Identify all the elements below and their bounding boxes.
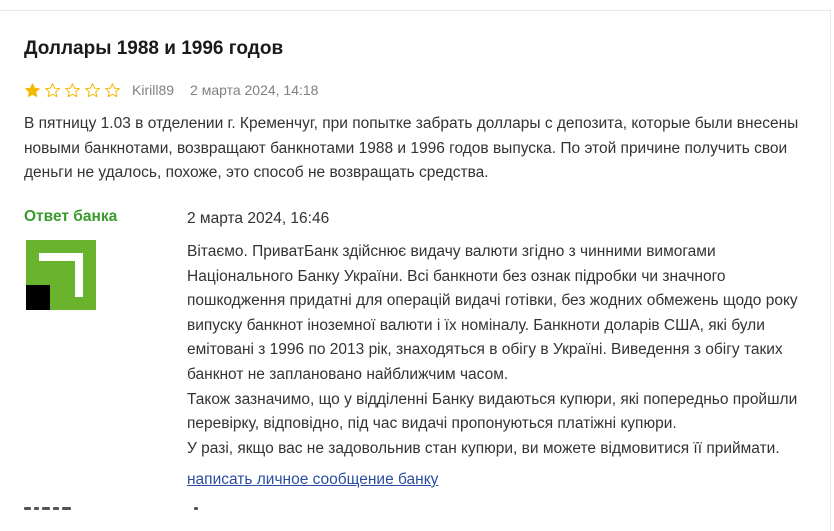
answer-paragraph: Також зазначимо, що у відділенні Банку в… bbox=[187, 390, 798, 433]
review-text: В пятницу 1.03 в отделении г. Кременчуг,… bbox=[24, 115, 799, 181]
star-outline-icon bbox=[85, 82, 100, 97]
bank-answer-text: Вітаємо. ПриватБанк здійснює видачу валю… bbox=[187, 240, 817, 461]
answer-paragraph: Вітаємо. ПриватБанк здійснює видачу валю… bbox=[187, 243, 798, 383]
review-author[interactable]: Kirill89 bbox=[132, 82, 174, 98]
rating-stars bbox=[24, 82, 121, 99]
bank-answer-date: 2 марта 2024, 16:46 bbox=[187, 210, 330, 227]
review-meta: Kirill89 2 марта 2024, 14:18 bbox=[24, 80, 318, 100]
star-outline-icon bbox=[45, 82, 60, 97]
answer-paragraph: У разі, якщо вас не задовольнив стан куп… bbox=[187, 439, 780, 457]
review-date: 2 марта 2024, 14:18 bbox=[190, 82, 319, 98]
star-outline-icon bbox=[65, 82, 80, 97]
star-filled-icon bbox=[25, 82, 40, 97]
privatbank-logo bbox=[26, 240, 96, 310]
private-message-link[interactable]: написать личное сообщение банку bbox=[187, 471, 438, 489]
star-outline-icon bbox=[105, 82, 120, 97]
bank-answer-label: Ответ банка bbox=[24, 208, 118, 225]
next-section-cut-off bbox=[24, 501, 224, 510]
review-title: Доллары 1988 и 1996 годов bbox=[24, 38, 284, 59]
